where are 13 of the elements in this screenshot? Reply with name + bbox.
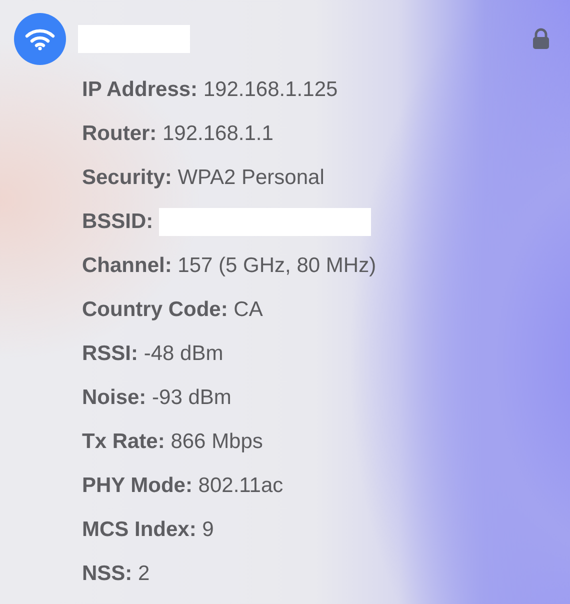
detail-text: PHY Mode: 802.11ac xyxy=(82,474,284,498)
detail-text: Noise: -93 dBm xyxy=(82,386,232,410)
detail-text: NSS: 2 xyxy=(82,562,150,586)
detail-text: Channel: 157 (5 GHz, 80 MHz) xyxy=(82,254,376,278)
detail-text: Router: 192.168.1.1 xyxy=(82,122,274,146)
detail-text: MCS Index: 9 xyxy=(82,518,214,542)
detail-text: BSSID: xyxy=(82,210,154,234)
wifi-icon[interactable] xyxy=(14,13,66,65)
detail-text: IP Address: 192.168.1.125 xyxy=(82,78,338,102)
detail-text: Country Code: CA xyxy=(82,298,263,322)
detail-text: RSSI: -48 dBm xyxy=(82,342,224,366)
detail-text: Tx Rate: 866 Mbps xyxy=(82,430,263,454)
detail-text: Security: WPA2 Personal xyxy=(82,166,324,190)
